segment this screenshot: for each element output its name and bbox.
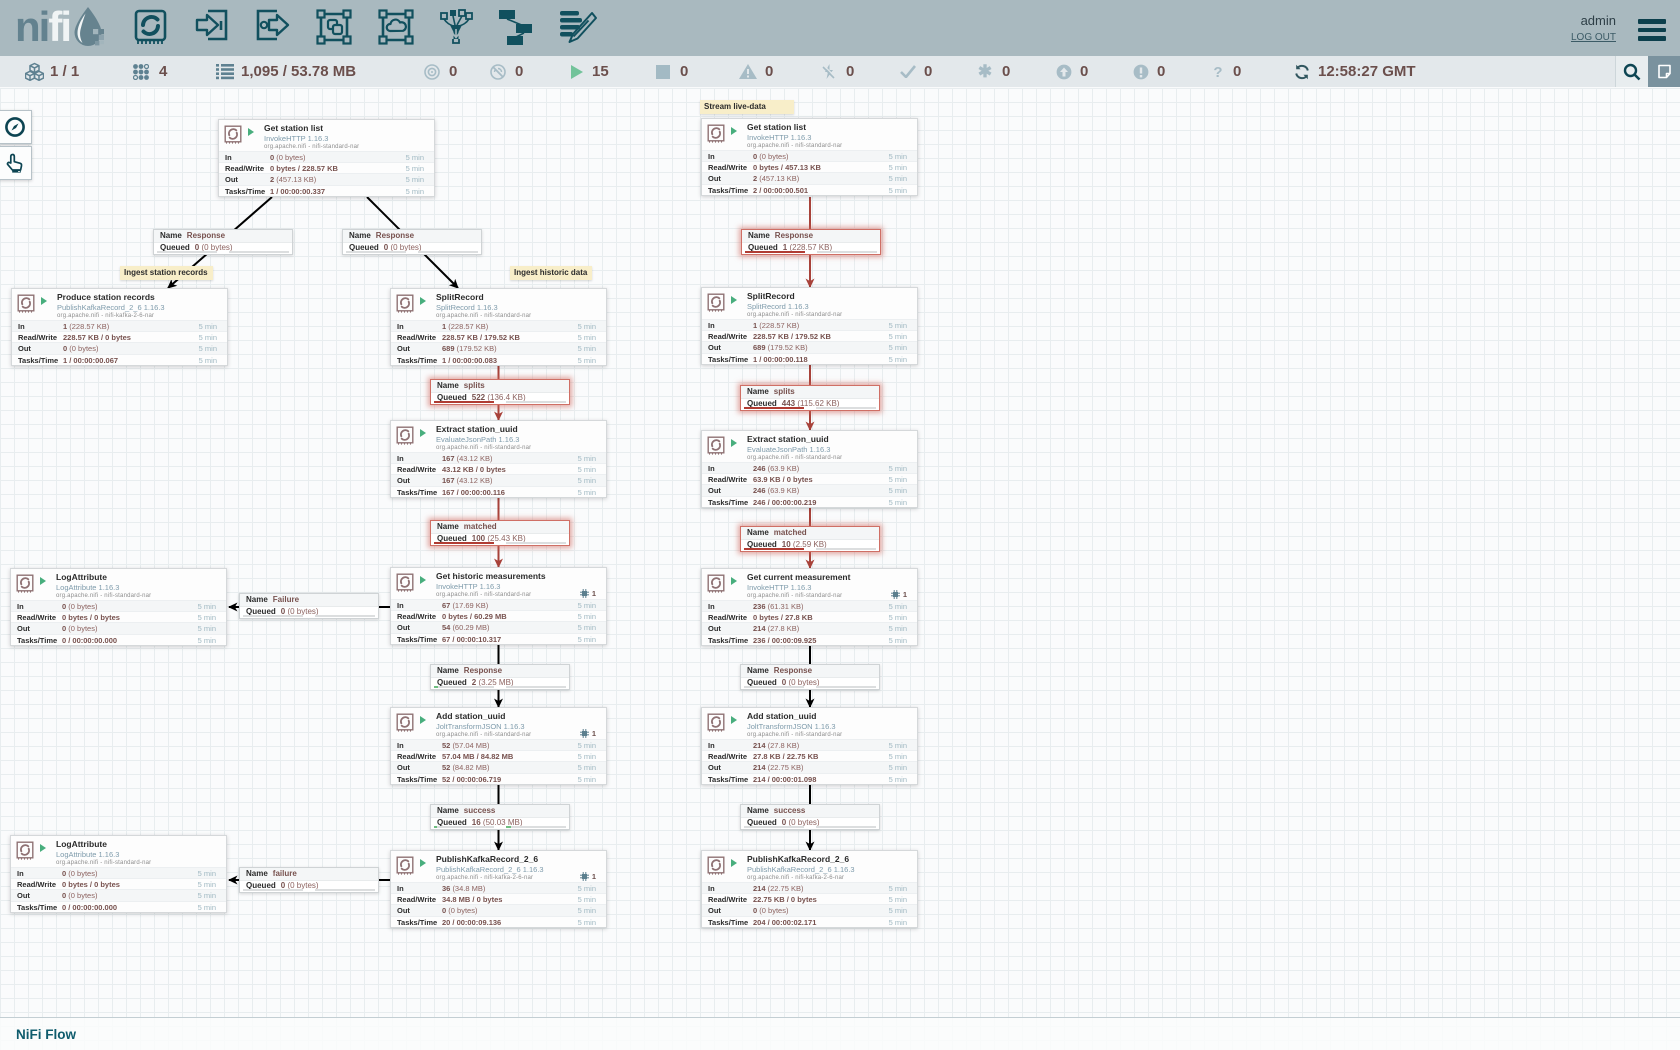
svg-text:✱: ✱	[978, 64, 992, 79]
svg-text:?: ?	[1213, 64, 1222, 80]
